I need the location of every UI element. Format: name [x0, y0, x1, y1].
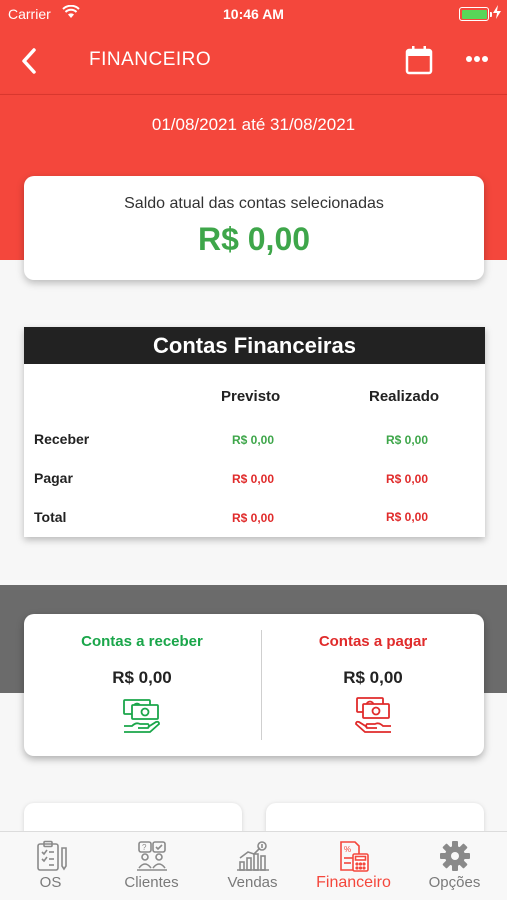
total-previsto-value: R$ 0,00 [231, 511, 275, 525]
tab-os-label: OS [39, 874, 62, 891]
sales-chart-icon [236, 841, 269, 871]
navigation-bar: FINANCEIRO [0, 28, 507, 94]
tab-vendas-label: Vendas [227, 874, 278, 891]
tab-vendas[interactable]: Vendas [202, 832, 303, 900]
payables-panel[interactable]: Contas a pagar R$ 0,00 [258, 614, 488, 739]
tab-financeiro-label: Financeiro [316, 874, 391, 891]
svg-text:%: % [344, 845, 351, 854]
receivables-payables-card: Contas a receber R$ 0,00 Contas a pagar … [24, 614, 484, 756]
calendar-icon[interactable] [405, 45, 433, 80]
gear-icon [439, 841, 470, 871]
receivables-value: R$ 0,00 [112, 668, 172, 687]
balance-label: Saldo atual das contas selecionadas [124, 195, 384, 212]
payables-label: Contas a pagar [318, 633, 428, 650]
money-receive-icon [122, 696, 162, 739]
pagar-realizado-value: R$ 0,00 [385, 472, 429, 486]
finance-icon: % [339, 841, 369, 872]
svg-text:?: ? [142, 843, 147, 852]
page-title: FINANCEIRO [89, 49, 212, 70]
period-selector[interactable]: 01/08/2021 até 31/08/2021 [0, 94, 507, 154]
receivables-panel[interactable]: Contas a receber R$ 0,00 [27, 614, 257, 739]
battery-icon [459, 7, 492, 21]
balance-value: R$ 0,00 [197, 221, 311, 257]
balance-card: Saldo atual das contas selecionadas R$ 0… [24, 176, 484, 280]
clock: 10:46 AM [223, 6, 284, 22]
receber-realizado-value: R$ 0,00 [385, 433, 429, 447]
receivables-label: Contas a receber [81, 633, 203, 650]
accounts-summary-title: Contas Financeiras [24, 327, 485, 364]
receber-previsto-value: R$ 0,00 [231, 433, 275, 447]
more-options-icon[interactable] [462, 48, 492, 70]
row-label-pagar: Pagar [34, 470, 73, 486]
pagar-previsto-value: R$ 0,00 [231, 472, 275, 486]
clipboard-icon [36, 840, 67, 871]
column-header-realizado: Realizado [369, 388, 440, 405]
clients-icon: ? [136, 841, 167, 871]
row-label-total: Total [34, 509, 67, 525]
row-label-receber: Receber [34, 431, 90, 447]
tab-opcoes-label: Opções [428, 874, 481, 891]
tab-clientes[interactable]: ? Clientes [101, 832, 202, 900]
back-icon[interactable] [18, 46, 40, 76]
period-label: 01/08/2021 até 31/08/2021 [151, 115, 356, 134]
payables-value: R$ 0,00 [343, 668, 403, 687]
money-pay-icon [353, 696, 393, 739]
charging-icon [493, 5, 501, 22]
tab-opcoes[interactable]: Opções [404, 832, 505, 900]
tab-clientes-label: Clientes [124, 874, 179, 891]
total-realizado-value: R$ 0,00 [385, 510, 429, 524]
column-header-previsto: Previsto [221, 388, 281, 405]
status-bar: Carrier 10:46 AM [0, 0, 507, 28]
tab-os[interactable]: OS [0, 832, 101, 900]
accounts-summary-card: Contas Financeiras Previsto Realizado Re… [24, 327, 485, 537]
tab-financeiro[interactable]: % Financeiro [303, 832, 404, 900]
tab-bar: OS ? Clientes Vendas % Financeiro Opções [0, 831, 507, 900]
